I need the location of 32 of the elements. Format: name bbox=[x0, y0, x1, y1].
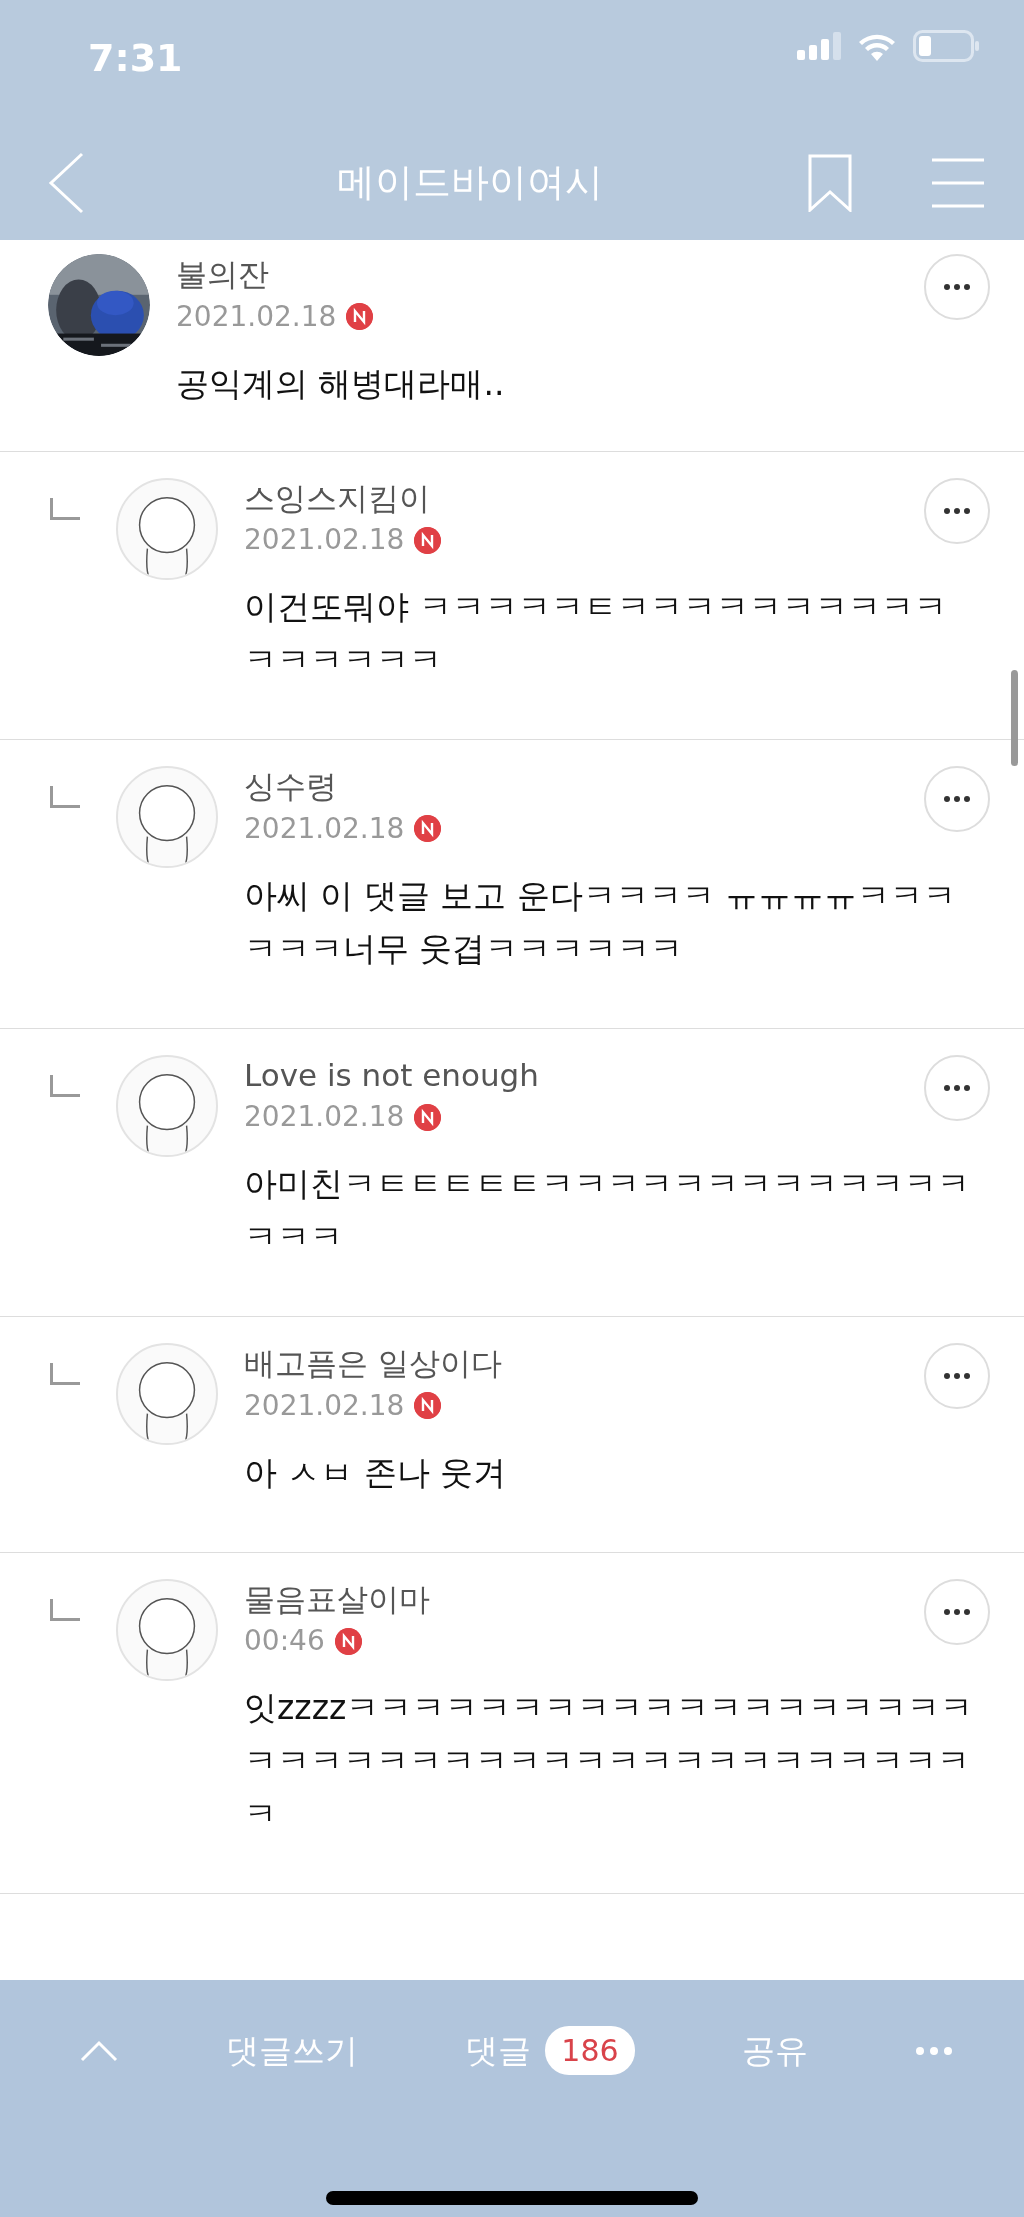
comment-date: 2021.02.18 bbox=[244, 522, 405, 559]
comment-date: 2021.02.18 bbox=[244, 810, 405, 847]
write-comment-button[interactable]: 댓글쓰기 bbox=[225, 2026, 358, 2076]
ellipsis-icon bbox=[944, 796, 970, 803]
comment-text: 이건또뭐야 ㅋㅋㅋㅋㅋㅌㅋㅋㅋㅋㅋㅋㅋㅋㅋㅋㅋㅋㅋㅋㅋㅋ bbox=[244, 586, 949, 682]
comment-date: 00:46 bbox=[244, 1623, 325, 1660]
author-name: 스잉스지킴이 bbox=[244, 478, 431, 518]
comment-text: 아 ㅅㅂ 존나 웃겨 bbox=[244, 1451, 508, 1494]
author-name: 물음표살이마 bbox=[244, 1579, 431, 1619]
battery-icon bbox=[913, 30, 979, 62]
clock-time: 7:31 bbox=[88, 35, 183, 82]
ellipsis-icon bbox=[944, 1084, 970, 1091]
author-name: 배고픔은 일상이다 bbox=[244, 1343, 503, 1383]
ellipsis-icon bbox=[944, 507, 970, 514]
ellipsis-icon bbox=[944, 284, 970, 290]
comments-button[interactable]: 댓글 bbox=[465, 2026, 532, 2076]
comment-date: 2021.02.18 bbox=[176, 298, 337, 335]
signal-icon bbox=[797, 32, 841, 60]
comment-date: 2021.02.18 bbox=[244, 1099, 405, 1136]
comment-text: 공익계의 해병대라매.. bbox=[176, 362, 506, 405]
ellipsis-icon bbox=[944, 1608, 970, 1615]
share-button[interactable]: 공유 bbox=[742, 2026, 809, 2076]
comment-text: 잇zzzzㅋㅋㅋㅋㅋㅋㅋㅋㅋㅋㅋㅋㅋㅋㅋㅋㅋㅋㅋㅋㅋㅋㅋㅋㅋㅋㅋㅋㅋㅋㅋㅋㅋㅋㅋㅋㅋㅋㅋㅋㅋㅋ bbox=[244, 1687, 974, 1836]
author-name: 싱수령 bbox=[244, 767, 338, 807]
author-name: Love is not enough bbox=[244, 1055, 540, 1095]
page-title: 메이드바이여시 bbox=[337, 159, 603, 206]
author-name: 불의잔 bbox=[176, 255, 270, 294]
comment-text: 아씨 이 댓글 보고 운다ㅋㅋㅋㅋ ㅠㅠㅠㅠㅋㅋㅋㅋㅋㅋ너무 웃겹ㅋㅋㅋㅋㅋㅋ bbox=[244, 874, 958, 970]
comment-date: 2021.02.18 bbox=[244, 1387, 405, 1424]
comment-count: 186 bbox=[545, 2026, 635, 2076]
comment-text: 아미친ㅋㅌㅌㅌㅌㅌㅋㅋㅋㅋㅋㅋㅋㅋㅋㅋㅋㅋㅋㅋㅋㅋ bbox=[244, 1163, 971, 1259]
ellipsis-icon bbox=[944, 1372, 970, 1379]
